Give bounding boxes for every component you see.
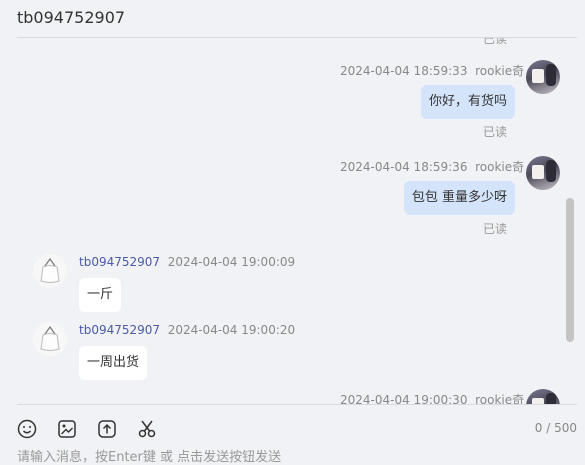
- handbag-icon: [40, 257, 60, 283]
- chat-header: tb094752907: [0, 0, 585, 38]
- message-meta: 2024-04-04 18:59:33 rookie奇: [340, 62, 524, 79]
- scissors-icon[interactable]: [136, 418, 158, 440]
- user-avatar[interactable]: [526, 156, 560, 190]
- user-avatar[interactable]: [526, 60, 560, 94]
- contact-avatar[interactable]: [33, 254, 67, 288]
- message-meta: 2024-04-04 19:00:30 rookie奇: [340, 391, 524, 404]
- scrollbar-thumb[interactable]: [566, 198, 574, 342]
- message-meta: tb094752907 2024-04-04 19:00:20: [79, 323, 295, 337]
- message-time: 2024-04-04 19:00:09: [167, 255, 296, 269]
- message-bubble[interactable]: 包包 重量多少呀: [403, 181, 515, 215]
- message-sender: rookie奇: [475, 64, 525, 78]
- message-time: 2024-04-04 19:00:20: [167, 323, 296, 337]
- contact-avatar[interactable]: [33, 322, 67, 356]
- message-meta: tb094752907 2024-04-04 19:00:09: [79, 255, 295, 269]
- message-sender[interactable]: tb094752907: [79, 255, 160, 269]
- message-meta: 2024-04-04 18:59:36 rookie奇: [340, 158, 524, 175]
- emoji-icon[interactable]: [16, 418, 38, 440]
- upload-icon[interactable]: [96, 418, 118, 440]
- message-bubble[interactable]: 一周出货: [79, 346, 148, 380]
- message-input[interactable]: 请输入消息，按Enter键 或 点击发送按钮发送: [17, 446, 281, 465]
- message-bubble[interactable]: 一斤: [79, 278, 122, 312]
- handbag-icon: [40, 325, 60, 351]
- read-receipt: 已读: [483, 222, 508, 236]
- composer-divider: [17, 404, 577, 405]
- message-sender[interactable]: tb094752907: [79, 323, 160, 337]
- message-time: 2024-04-04 18:59:36: [340, 160, 468, 174]
- image-icon[interactable]: [56, 418, 78, 440]
- message-time: 2024-04-04 19:00:30: [340, 393, 468, 404]
- read-receipt: 已读: [483, 125, 508, 139]
- read-receipt: 已读: [483, 38, 508, 46]
- message-sender: rookie奇: [475, 160, 525, 174]
- message-bubble[interactable]: 你好，有货吗: [420, 85, 515, 119]
- message-list[interactable]: 已读 2024-04-04 18:59:33 rookie奇 你好，有货吗 已读…: [0, 38, 585, 404]
- chat-title: tb094752907: [17, 8, 126, 27]
- message-time: 2024-04-04 18:59:33: [340, 64, 468, 78]
- message-sender: rookie奇: [475, 393, 525, 404]
- character-counter: 0 / 500: [534, 421, 577, 435]
- user-avatar[interactable]: [526, 389, 560, 404]
